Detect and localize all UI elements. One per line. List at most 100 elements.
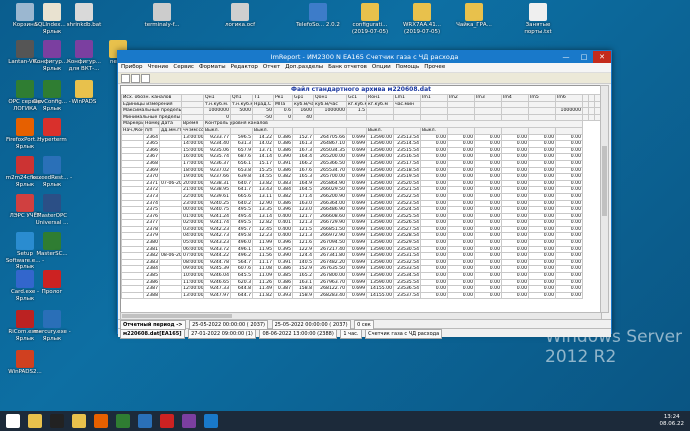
status-cell: 1 час. xyxy=(340,329,362,339)
table-cell: час.мин xyxy=(393,100,422,109)
table-cell xyxy=(158,245,183,254)
explorer-icon[interactable] xyxy=(28,414,42,428)
table-cell: 0.00 xyxy=(474,186,503,194)
table-cell xyxy=(158,225,183,234)
archive-title: Файл стандартного архива м220608.dat xyxy=(121,86,601,94)
table-cell: 06:00:00 xyxy=(181,245,205,254)
table-cell: 267800.00 xyxy=(313,272,348,280)
table-cell: 23523.54 xyxy=(393,199,422,208)
table-row: 2366 15:00:00 9235.06 657.9 13.71 0.386 167.3 2… xyxy=(121,146,601,155)
print-icon[interactable] xyxy=(141,74,150,83)
imreport-window[interactable]: ImReport - ИМ2300 N EA165 Счетчик газа с… xyxy=(117,50,612,339)
desktop-icon[interactable]: configurati... (2019-07-05) xyxy=(348,3,392,35)
desktop-icon[interactable]: WinPADS xyxy=(62,80,106,106)
table-cell: 0.386 xyxy=(273,278,294,287)
table-cell: 0.699 xyxy=(346,159,368,168)
table-cell xyxy=(528,113,557,122)
table-cell: 14.14 xyxy=(252,153,275,161)
desktop-icon[interactable]: Пролог xyxy=(30,270,74,296)
table-cell: 14155.00 xyxy=(366,285,395,293)
table-cell xyxy=(158,265,183,274)
table-cell: 0.00 xyxy=(420,239,449,247)
app3-icon[interactable] xyxy=(160,414,174,428)
menu-item[interactable]: Сервис xyxy=(173,64,194,70)
desktop-icon[interactable]: Hyperterm xyxy=(30,118,74,144)
desktop-icon[interactable]: MasterSC... xyxy=(30,232,74,258)
table-cell: 158.8 xyxy=(292,285,315,293)
table-cell: 121.7 xyxy=(292,212,315,221)
table-cell xyxy=(230,126,254,135)
im-icon[interactable] xyxy=(204,414,218,428)
menu-item[interactable]: Доп.разделы xyxy=(285,64,323,70)
table-cell: 13590.00 xyxy=(366,258,395,267)
table-cell: 0.00 xyxy=(501,212,530,221)
menu-item[interactable]: Прибор xyxy=(121,64,142,70)
start-icon[interactable] xyxy=(6,414,20,428)
table-cell: 11.82 xyxy=(252,291,275,300)
open-icon[interactable] xyxy=(121,74,130,83)
table-cell: Максимальные пределы xyxy=(121,107,183,115)
menu-item[interactable]: Чтение xyxy=(147,64,168,70)
desktop-icon[interactable]: Чайка_ГРА... xyxy=(452,3,496,29)
maximize-button[interactable]: □ xyxy=(575,51,593,63)
desktop-icon[interactable]: Занятые порты.txt xyxy=(516,3,560,35)
cmd-icon[interactable] xyxy=(50,414,64,428)
table-cell: 0.00 xyxy=(528,206,557,214)
vertical-scroll-thumb[interactable] xyxy=(602,146,607,216)
save-icon[interactable] xyxy=(131,74,140,83)
table-cell: 0.00 xyxy=(501,179,530,188)
table-cell xyxy=(121,166,144,175)
table-cell xyxy=(420,100,449,109)
desktop-icon[interactable]: WRX7AA.41... (2019-07-05) xyxy=(400,3,444,35)
table-cell: 0.00 xyxy=(528,245,557,254)
table-cell: 0.00 xyxy=(555,272,584,280)
desktop-icon[interactable]: terminaly-f... xyxy=(140,3,184,29)
taskbar-clock[interactable]: 13:24 08.06.22 xyxy=(660,414,685,428)
menu-item[interactable]: Банк отчетов xyxy=(328,64,367,70)
desktop-icon[interactable]: shrinkdb.bat xyxy=(62,3,106,29)
table-cell: 13.35 xyxy=(252,206,275,214)
desktop-icon[interactable]: WinPADS2... xyxy=(3,350,47,376)
table-cell: Im1 xyxy=(420,94,449,102)
table-cell: 0.00 xyxy=(501,252,530,260)
desktop-icon[interactable]: MasterOPC Universal ... xyxy=(30,194,74,226)
app2-icon[interactable] xyxy=(138,414,152,428)
minimize-button[interactable]: — xyxy=(557,51,575,63)
table-cell: T1 xyxy=(252,94,275,102)
table-cell xyxy=(121,179,144,188)
table-cell xyxy=(420,107,449,115)
menu-item[interactable]: Отчет xyxy=(263,64,280,70)
app1-icon[interactable] xyxy=(116,414,130,428)
table-cell: 0.00 xyxy=(420,219,449,227)
menu-item[interactable]: Опции xyxy=(372,64,391,70)
desktop-icon[interactable]: kexcedRest... - Ярлык xyxy=(30,156,74,188)
firefox-icon[interactable] xyxy=(94,414,108,428)
desktop-icon[interactable]: mercury.exe - Ярлык xyxy=(30,310,74,342)
table-cell: 12.23 xyxy=(252,232,275,241)
table-cell: 0.00 xyxy=(420,225,449,234)
window-titlebar[interactable]: ImReport - ИМ2300 N EA165 Счетчик газа с… xyxy=(118,51,611,63)
desktop-icon[interactable]: логика.ocf xyxy=(218,3,262,29)
archive-grid[interactable]: Файл стандартного архива м220608.dat Исх… xyxy=(120,85,602,313)
close-button[interactable]: ✕ xyxy=(593,51,611,63)
table-cell: 13590.00 xyxy=(366,212,395,221)
menu-item[interactable]: Помощь xyxy=(396,64,419,70)
desktop-icon-label: WinPADS2... xyxy=(8,369,42,375)
menu-item[interactable]: Редактор xyxy=(231,64,258,70)
table-cell: 2377 xyxy=(143,219,160,227)
menu-item[interactable]: Форматы xyxy=(199,64,226,70)
files-icon[interactable] xyxy=(72,414,86,428)
table-cell xyxy=(346,126,368,135)
status-cell: м220608.dat[EA165] xyxy=(120,329,185,339)
table-cell: 0.400 xyxy=(273,225,294,234)
table-cell xyxy=(474,126,503,135)
menu-item[interactable]: Прочее xyxy=(424,64,445,70)
desktop-icon[interactable]: TelefoSo... 2.0.2 xyxy=(296,3,340,29)
table-cell: 0.00 xyxy=(447,133,476,142)
table-cell: 267482.20 xyxy=(313,258,348,267)
horizontal-scroll-thumb[interactable] xyxy=(122,314,232,318)
app4-icon[interactable] xyxy=(182,414,196,428)
vertical-scrollbar[interactable] xyxy=(600,85,609,313)
table-cell: 2368 xyxy=(143,159,160,168)
table-cell: 9240.75 xyxy=(203,206,232,214)
